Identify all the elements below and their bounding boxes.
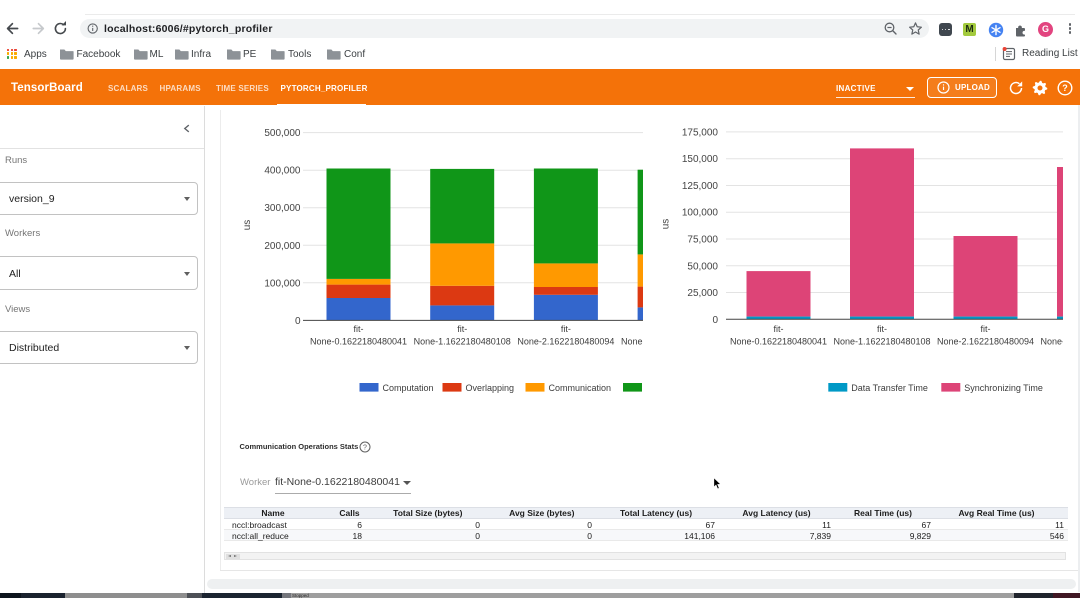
svg-text:Data Transfer Time: Data Transfer Time (851, 383, 928, 393)
svg-text:None-3.1622180480045: None-3.1622180480045 (621, 337, 643, 347)
svg-text:Synchronizing Time: Synchronizing Time (964, 383, 1043, 393)
svg-text:fit-: fit- (457, 324, 467, 334)
svg-text:500,000: 500,000 (264, 128, 301, 139)
svg-text:fit-: fit- (354, 324, 364, 334)
svg-text:fit-: fit- (774, 324, 784, 334)
svg-text:150,000: 150,000 (682, 154, 719, 165)
svg-text:25,000: 25,000 (687, 288, 718, 299)
svg-text:us: us (661, 219, 672, 230)
svg-text:75,000: 75,000 (687, 235, 718, 246)
svg-text:fit-: fit- (877, 324, 887, 334)
svg-text:Overlapping: Overlapping (466, 383, 515, 393)
svg-text:None-2.1622180480094: None-2.1622180480094 (937, 337, 1034, 347)
svg-text:fit-: fit- (561, 324, 571, 334)
svg-text:None-3.1622180480045: None-3.1622180480045 (1040, 337, 1063, 347)
svg-text:None-0.1622180480041: None-0.1622180480041 (730, 337, 827, 347)
svg-text:0: 0 (295, 316, 301, 327)
svg-text:400,000: 400,000 (264, 166, 301, 177)
svg-text:None-2.1622180480094: None-2.1622180480094 (517, 337, 614, 347)
svg-text:300,000: 300,000 (264, 203, 301, 214)
svg-text:Computation: Computation (383, 383, 434, 393)
svg-text:None-1.1622180480108: None-1.1622180480108 (833, 337, 930, 347)
svg-text:100,000: 100,000 (682, 208, 719, 219)
svg-text:50,000: 50,000 (687, 261, 718, 272)
svg-text:Communication: Communication (549, 383, 612, 393)
svg-text:0: 0 (712, 315, 718, 326)
svg-text:None-0.1622180480041: None-0.1622180480041 (310, 337, 407, 347)
svg-text:?: ? (1062, 83, 1068, 93)
svg-text:None-1.1622180480108: None-1.1622180480108 (414, 337, 511, 347)
svg-text:us: us (242, 220, 253, 231)
svg-text:175,000: 175,000 (682, 127, 719, 138)
svg-text:200,000: 200,000 (264, 241, 301, 252)
svg-text:125,000: 125,000 (682, 181, 719, 192)
svg-text:fit-: fit- (981, 324, 991, 334)
svg-text:100,000: 100,000 (264, 278, 301, 289)
svg-text:?: ? (363, 445, 367, 452)
